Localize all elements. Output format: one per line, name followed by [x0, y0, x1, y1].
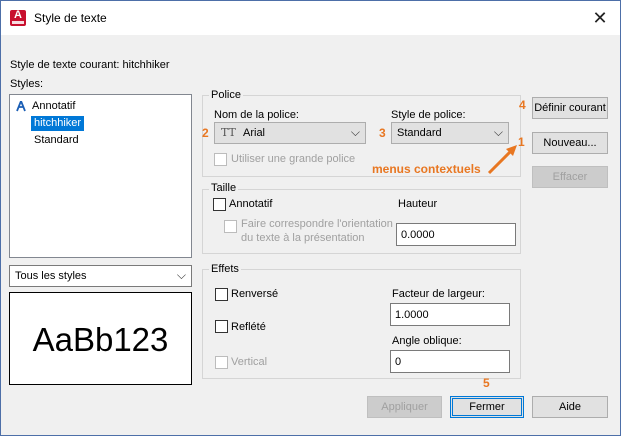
truetype-icon: TT [221, 126, 236, 139]
set-current-button[interactable]: Définir courant [532, 97, 608, 119]
big-font-checkbox[interactable] [214, 153, 227, 166]
upside-down-label: Renversé [231, 288, 279, 300]
font-name-label: Nom de la police: [214, 109, 299, 121]
upside-down-checkbox[interactable] [215, 288, 228, 301]
height-label: Hauteur [398, 198, 438, 210]
apply-button[interactable]: Appliquer [367, 396, 442, 418]
annotative-checkbox[interactable] [213, 198, 226, 211]
window-title: Style de texte [34, 11, 107, 25]
chevron-down-icon: ⌵ [350, 125, 360, 139]
match-orientation-checkbox[interactable] [224, 220, 237, 233]
callout-3: 3 [379, 126, 386, 140]
current-style-label: Style de texte courant: hitchhiker [10, 59, 170, 71]
style-preview: AaBb123 [9, 292, 192, 385]
callout-arrow-icon [487, 145, 517, 175]
vertical-checkbox[interactable] [215, 356, 228, 369]
callout-4: 4 [519, 98, 526, 112]
taille-group-title: Taille [209, 182, 239, 194]
chevron-down-icon: ⌵ [493, 125, 503, 139]
callout-2: 2 [202, 126, 209, 140]
callout-5: 5 [483, 376, 490, 390]
effets-group-title: Effets [209, 263, 241, 275]
style-item-hitchhiker[interactable]: hitchhiker [31, 116, 85, 131]
close-button[interactable]: Fermer [450, 396, 524, 418]
font-style-label: Style de police: [391, 109, 466, 121]
big-font-label: Utiliser une grande police [231, 153, 356, 165]
preview-text: AaBb123 [32, 321, 169, 358]
match-orientation-label-2: du texte à la présentation [241, 232, 365, 244]
width-factor-label: Facteur de largeur: [392, 288, 485, 300]
font-name-select[interactable]: TT Arial ⌵ [214, 122, 366, 144]
styles-filter-select[interactable]: Tous les styles ⌵ [9, 265, 192, 287]
backwards-checkbox[interactable] [215, 320, 228, 333]
height-input[interactable]: 0.0000 [396, 223, 516, 246]
styles-label: Styles: [10, 78, 44, 90]
match-orientation-label-1: Faire correspondre l'orientation [241, 218, 393, 230]
oblique-angle-input[interactable]: 0 [390, 350, 510, 373]
police-group-title: Police [209, 89, 243, 101]
annotative-label: Annotatif [229, 198, 273, 210]
help-button[interactable]: Aide [532, 396, 608, 418]
callout-menus-label: menus contextuels [372, 162, 481, 176]
chevron-down-icon: ⌵ [176, 268, 186, 282]
backwards-label: Reflété [231, 321, 266, 333]
style-item-annotatif[interactable]: Annotatif [16, 99, 78, 114]
annotative-icon [16, 101, 26, 112]
width-factor-input[interactable]: 1.0000 [390, 303, 510, 326]
autocad-app-icon: A [10, 9, 26, 26]
close-icon[interactable]: ✕ [583, 6, 617, 30]
title-bar: A Style de texte ✕ [1, 1, 620, 35]
new-style-button[interactable]: Nouveau... [532, 132, 608, 154]
vertical-label: Vertical [231, 356, 268, 368]
style-item-standard[interactable]: Standard [31, 133, 82, 148]
delete-style-button[interactable]: Effacer [532, 166, 608, 188]
oblique-angle-label: Angle oblique: [392, 335, 462, 347]
styles-list[interactable]: Annotatif hitchhiker Standard [9, 94, 192, 258]
text-style-dialog: A Style de texte ✕ Style de texte couran… [0, 0, 621, 436]
